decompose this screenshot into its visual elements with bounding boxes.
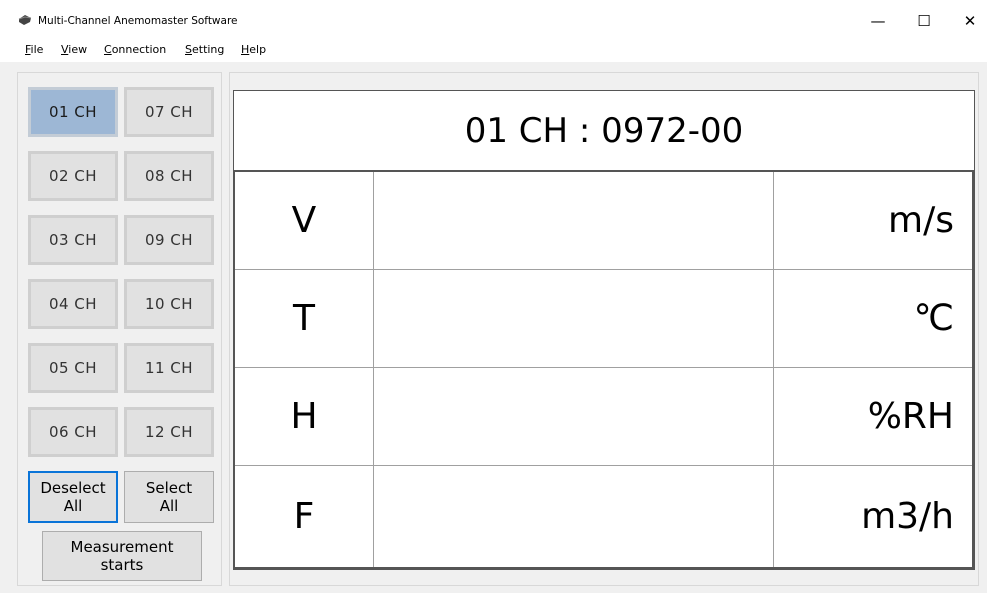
channel-01-button[interactable]: 01 CH bbox=[28, 87, 118, 137]
channel-06-button[interactable]: 06 CH bbox=[28, 407, 118, 457]
value-velocity bbox=[374, 172, 774, 269]
maximize-button[interactable]: ☐ bbox=[904, 8, 944, 34]
value-flow bbox=[374, 466, 774, 567]
close-button[interactable]: ✕ bbox=[950, 8, 987, 34]
menu-bar: File View Connection Setting Help bbox=[0, 40, 987, 62]
channel-07-button[interactable]: 07 CH bbox=[124, 87, 214, 137]
deselect-all-button[interactable]: Deselect All bbox=[28, 471, 118, 523]
channel-02-button[interactable]: 02 CH bbox=[28, 151, 118, 201]
measurement-grid: V m/s T ℃ H %RH F m3/h bbox=[233, 170, 975, 570]
menu-setting[interactable]: Setting bbox=[185, 43, 224, 56]
label-flow: F bbox=[235, 466, 374, 567]
menu-file[interactable]: File bbox=[25, 43, 43, 56]
menu-connection[interactable]: Connection bbox=[104, 43, 166, 56]
channel-08-button[interactable]: 08 CH bbox=[124, 151, 214, 201]
menu-view[interactable]: View bbox=[61, 43, 87, 56]
channel-10-button[interactable]: 10 CH bbox=[124, 279, 214, 329]
unit-humidity: %RH bbox=[867, 396, 954, 437]
channel-09-button[interactable]: 09 CH bbox=[124, 215, 214, 265]
channel-05-button[interactable]: 05 CH bbox=[28, 343, 118, 393]
row-temperature: T ℃ bbox=[235, 270, 972, 368]
label-velocity: V bbox=[235, 172, 374, 269]
channel-header: 01 CH : 0972-00 bbox=[233, 90, 975, 171]
menu-help[interactable]: Help bbox=[241, 43, 266, 56]
app-icon bbox=[18, 15, 32, 25]
row-flow: F m3/h bbox=[235, 466, 972, 567]
channel-04-button[interactable]: 04 CH bbox=[28, 279, 118, 329]
select-all-button[interactable]: Select All bbox=[124, 471, 214, 523]
value-temperature bbox=[374, 270, 774, 367]
title-bar: Multi-Channel Anemomaster Software — ☐ ✕ bbox=[0, 0, 987, 40]
row-humidity: H %RH bbox=[235, 368, 972, 466]
unit-flow: m3/h bbox=[861, 496, 954, 537]
measurement-start-button[interactable]: Measurement starts bbox=[42, 531, 202, 581]
channel-11-button[interactable]: 11 CH bbox=[124, 343, 214, 393]
minimize-button[interactable]: — bbox=[858, 8, 898, 34]
channel-03-button[interactable]: 03 CH bbox=[28, 215, 118, 265]
value-humidity bbox=[374, 368, 774, 465]
channel-12-button[interactable]: 12 CH bbox=[124, 407, 214, 457]
label-humidity: H bbox=[235, 368, 374, 465]
label-temperature: T bbox=[235, 270, 374, 367]
unit-temperature: ℃ bbox=[913, 298, 954, 339]
row-velocity: V m/s bbox=[235, 172, 972, 270]
unit-velocity: m/s bbox=[888, 200, 954, 241]
window-title: Multi-Channel Anemomaster Software bbox=[38, 15, 238, 27]
